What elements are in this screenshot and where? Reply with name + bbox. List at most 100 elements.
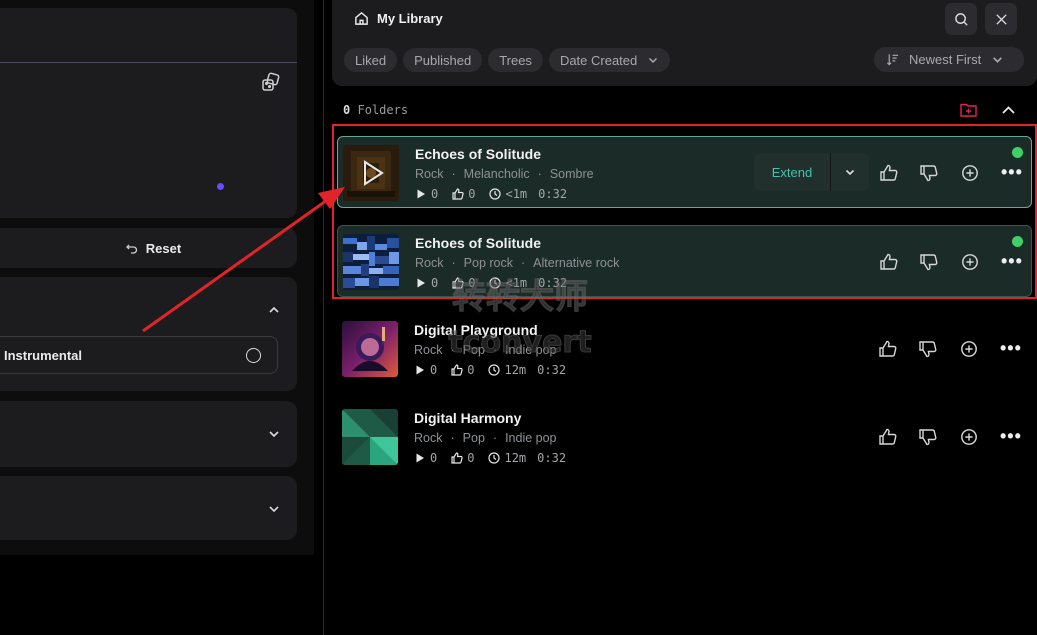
song-title[interactable]: Echoes of Solitude	[415, 146, 541, 162]
search-button[interactable]	[945, 3, 977, 35]
song-tags: Rock · Pop · Indie pop	[414, 431, 557, 445]
more-options-button[interactable]: •••	[1001, 252, 1023, 270]
add-folder-icon[interactable]	[960, 102, 977, 117]
thumbs-down-icon	[919, 341, 937, 358]
song-thumbnail[interactable]	[342, 409, 398, 465]
song-row[interactable]: Echoes of Solitude Rock · Pop rock · Alterna…	[337, 225, 1032, 297]
thumbs-down-icon	[920, 254, 938, 271]
home-icon	[354, 11, 369, 26]
song-stats: 0 0 12m 0:32	[414, 451, 566, 465]
plus-circle-icon	[962, 254, 978, 270]
add-button[interactable]	[960, 253, 980, 271]
thumbs-up-icon	[880, 164, 898, 181]
song-tags: Rock · Pop rock · Alternative rock	[415, 256, 620, 270]
thumbs-up-icon	[880, 253, 898, 270]
song-title[interactable]: Digital Harmony	[414, 410, 521, 426]
left-panel: Reset Instrumental	[0, 0, 314, 555]
song-thumbnail[interactable]	[343, 145, 399, 201]
thumbs-down-icon	[920, 165, 938, 182]
dislike-button[interactable]	[919, 164, 939, 182]
undo-icon	[125, 242, 138, 254]
song-title[interactable]: Echoes of Solitude	[415, 235, 541, 251]
play-count-icon	[416, 453, 424, 463]
song-stats: 0 0 <1m 0:32	[415, 276, 567, 290]
dislike-button[interactable]	[919, 253, 939, 271]
instrumental-radio[interactable]	[246, 348, 261, 363]
filter-trees[interactable]: Trees	[488, 48, 543, 72]
chevron-down-icon	[649, 57, 658, 64]
filter-published[interactable]: Published	[403, 48, 483, 72]
more-options-button[interactable]: •••	[1000, 427, 1022, 445]
like-button[interactable]	[879, 164, 899, 182]
song-row[interactable]: Echoes of Solitude Rock · Melancholic · Somb…	[337, 136, 1032, 208]
play-count-icon	[417, 278, 425, 288]
reset-button[interactable]: Reset	[0, 228, 297, 268]
song-tags: Rock · Pop · Indie pop	[414, 343, 557, 357]
extend-options-button[interactable]	[831, 166, 869, 178]
clock-icon	[488, 452, 501, 464]
search-icon	[954, 12, 968, 26]
more-options-button[interactable]: •••	[1000, 339, 1022, 357]
filter-chips: Liked Published Trees Date Created	[344, 48, 671, 72]
close-button[interactable]	[985, 3, 1017, 35]
like-button[interactable]	[878, 428, 898, 446]
play-count-icon	[417, 189, 425, 199]
song-stats: 0 0 12m 0:32	[414, 363, 566, 377]
chevron-up-icon[interactable]	[1001, 104, 1016, 117]
divider	[0, 62, 297, 63]
dislike-button[interactable]	[918, 428, 938, 446]
sort-label: Newest First	[909, 52, 982, 67]
song-row[interactable]: Digital Playground Rock · Pop · Indie pop 0 …	[337, 313, 1032, 385]
status-dot	[1012, 147, 1023, 158]
like-count-icon	[452, 277, 464, 289]
like-count-icon	[452, 188, 464, 200]
chevron-down-icon	[993, 57, 1003, 63]
instrumental-toggle[interactable]: Instrumental	[0, 336, 278, 374]
status-dot	[217, 183, 224, 190]
dislike-button[interactable]	[918, 340, 938, 358]
sort-dropdown[interactable]: Newest First	[874, 47, 1024, 72]
clock-icon	[489, 277, 502, 289]
play-count-icon	[416, 365, 424, 375]
thumbs-up-icon	[879, 340, 897, 357]
thumbs-down-icon	[919, 429, 937, 446]
song-title[interactable]: Digital Playground	[414, 322, 538, 338]
like-button[interactable]	[879, 253, 899, 271]
chevron-down-icon	[845, 169, 855, 176]
song-stats: 0 0 <1m 0:32	[415, 187, 567, 201]
chevron-down-icon[interactable]	[267, 502, 281, 516]
prompt-panel	[0, 8, 297, 218]
sort-icon	[886, 54, 899, 66]
clock-icon	[488, 364, 501, 376]
song-thumbnail[interactable]	[342, 321, 398, 377]
folders-count: 0 Folders	[343, 103, 409, 117]
thumbs-up-icon	[879, 428, 897, 445]
song-row[interactable]: Digital Harmony Rock · Pop · Indie pop 0 0 1…	[337, 401, 1032, 473]
library-header: My Library Liked Published Trees Date Cr…	[332, 0, 1037, 86]
add-button[interactable]	[960, 164, 980, 182]
song-tags: Rock · Melancholic · Sombre	[415, 167, 594, 181]
chevron-down-icon[interactable]	[267, 427, 281, 441]
more-options-button[interactable]: •••	[1001, 163, 1023, 181]
library-title: My Library	[354, 11, 443, 26]
chevron-up-icon[interactable]	[267, 303, 281, 317]
dice-icon[interactable]	[261, 72, 281, 92]
filter-liked[interactable]: Liked	[344, 48, 398, 72]
add-button[interactable]	[959, 428, 979, 446]
add-button[interactable]	[959, 340, 979, 358]
plus-circle-icon	[961, 341, 977, 357]
extend-button[interactable]: Extend	[754, 165, 830, 180]
plus-circle-icon	[962, 165, 978, 181]
extend-control: Extend	[754, 153, 869, 191]
collapsed-section[interactable]	[0, 476, 297, 540]
instrumental-section: Instrumental	[0, 277, 297, 391]
song-thumbnail[interactable]	[343, 234, 399, 290]
close-icon	[995, 13, 1007, 25]
collapsed-section[interactable]	[0, 401, 297, 467]
like-button[interactable]	[878, 340, 898, 358]
clock-icon	[489, 188, 502, 200]
status-dot	[1012, 236, 1023, 247]
panel-divider	[323, 0, 324, 635]
filter-date-created[interactable]: Date Created	[548, 48, 671, 72]
reset-label: Reset	[145, 240, 182, 256]
